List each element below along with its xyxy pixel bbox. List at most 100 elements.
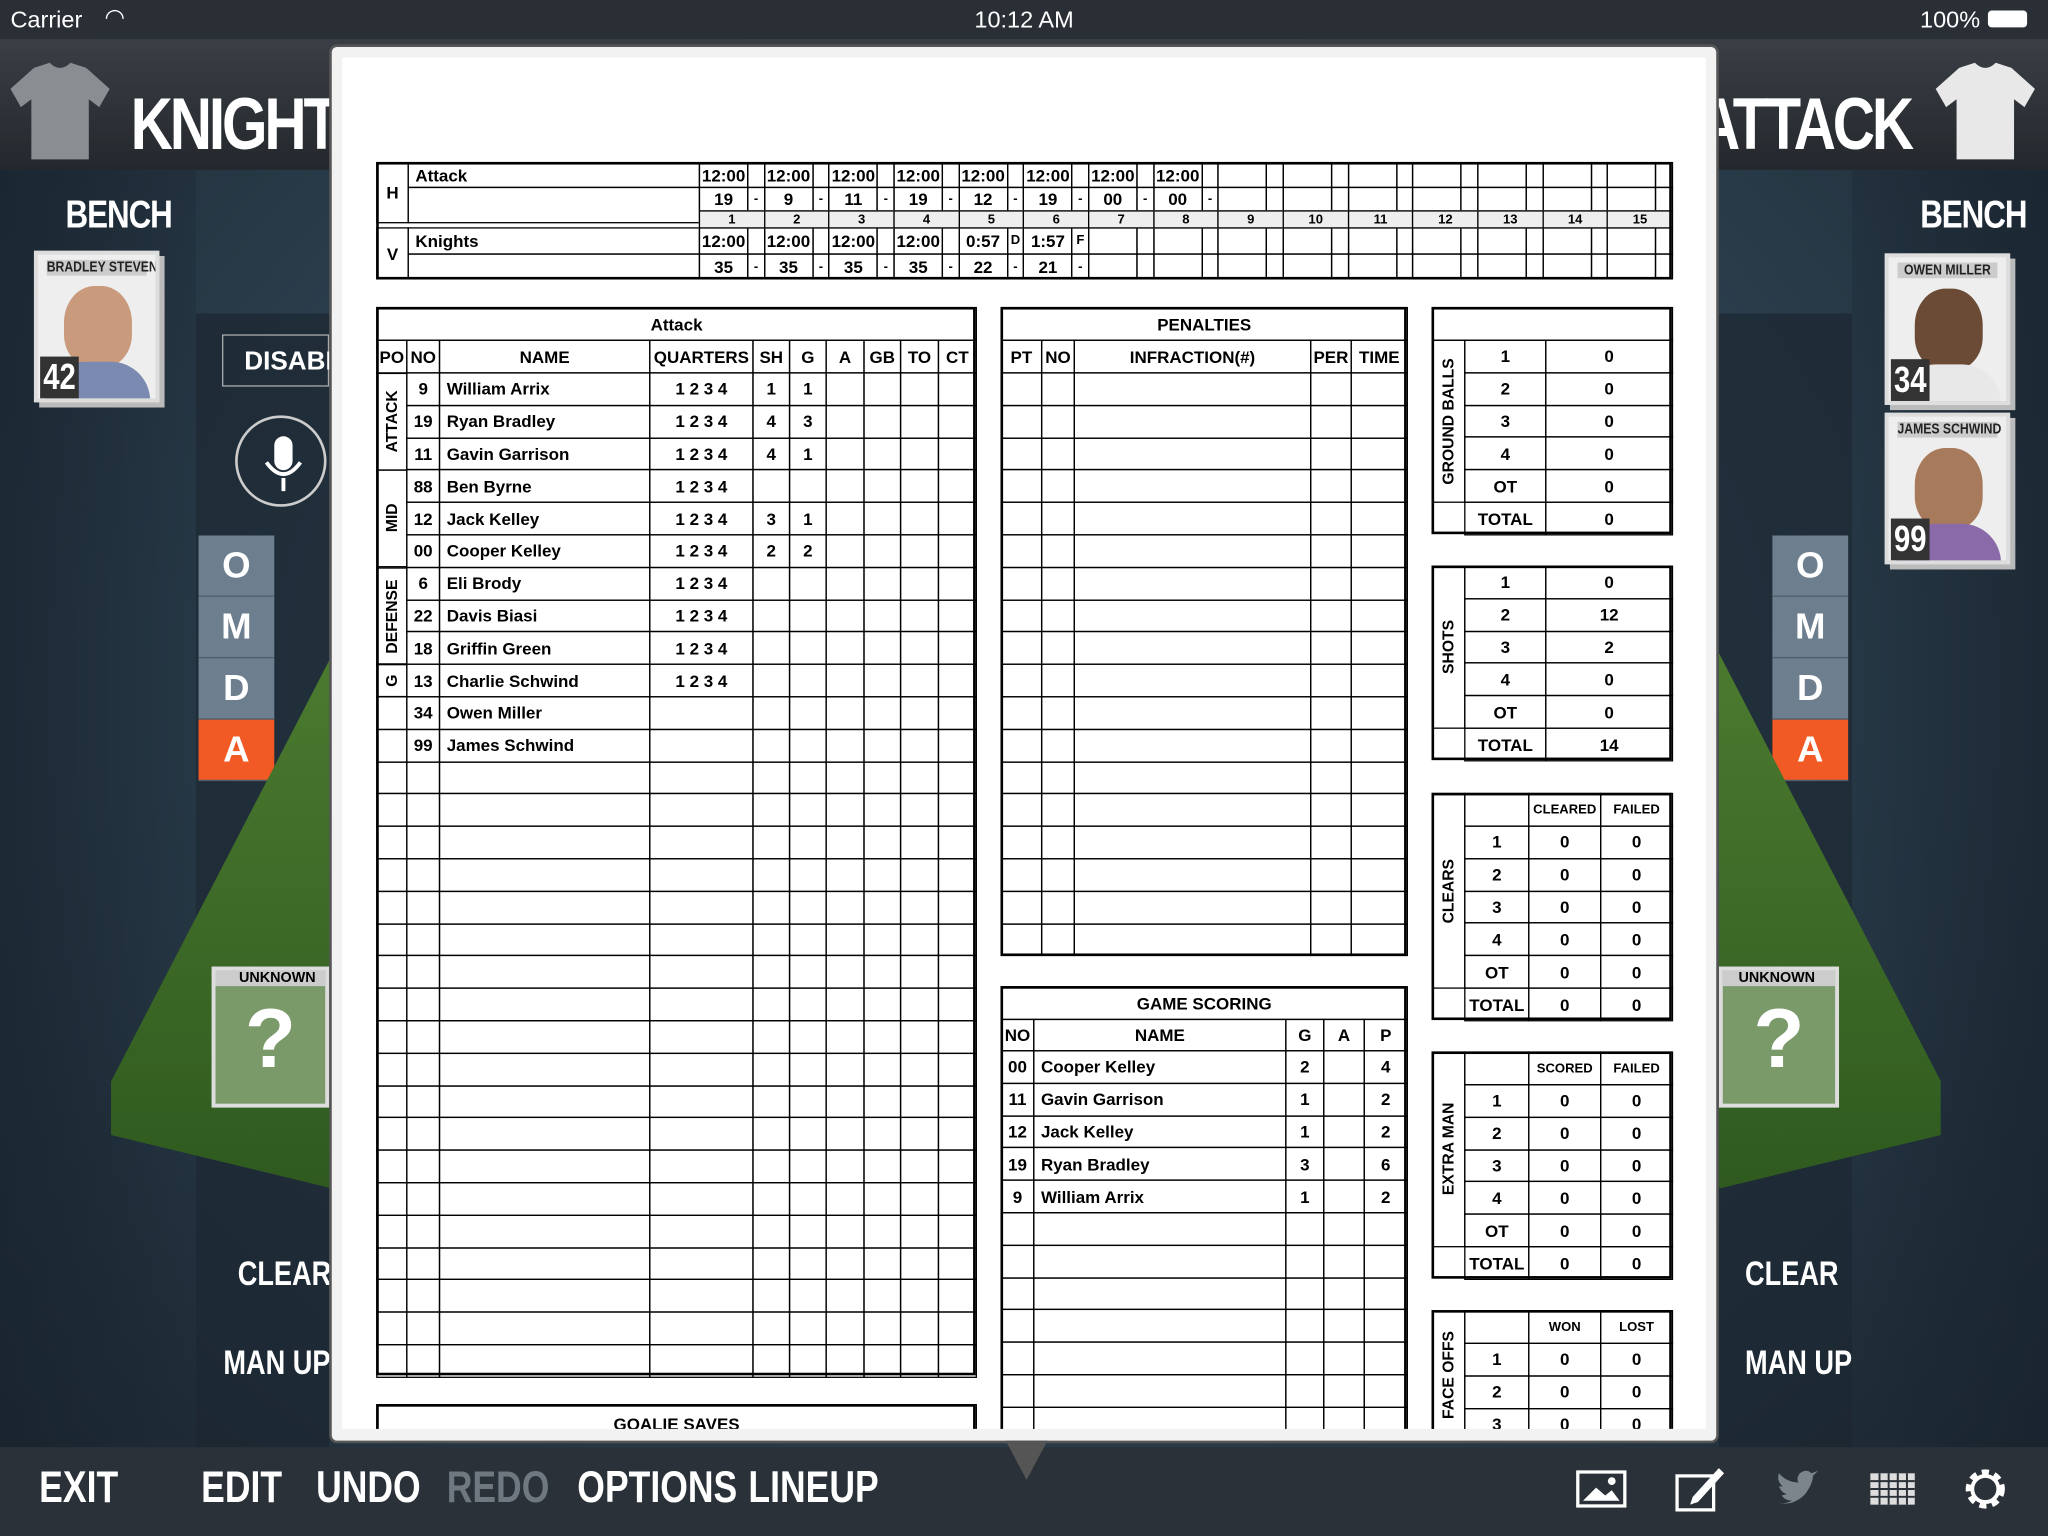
scoring-p: 2: [1363, 1114, 1408, 1149]
penalty-cell: [1310, 469, 1352, 504]
position-m-button[interactable]: M: [1772, 596, 1849, 659]
empty-cell: [406, 987, 441, 1022]
redo-button[interactable]: REDO: [447, 1463, 550, 1514]
scoresheet-page[interactable]: H Attack V Knights 12:00 19-12:00 35-1 12:00 9-1…: [342, 57, 1706, 1429]
photo-icon[interactable]: [1575, 1465, 1627, 1512]
empty-cell: [649, 1311, 754, 1346]
compose-icon[interactable]: [1674, 1465, 1726, 1512]
gear-icon[interactable]: [1962, 1465, 2014, 1512]
empty-cell: [1033, 1341, 1287, 1376]
empty-cell: [937, 858, 977, 892]
twitter-icon[interactable]: [1771, 1465, 1823, 1512]
empty-cell: [752, 1343, 791, 1378]
empty-cell: [752, 890, 791, 925]
player-to: [899, 728, 940, 763]
period-home-times: [1412, 161, 1462, 189]
empty-cell: [899, 1343, 940, 1378]
empty-cell: [937, 1279, 977, 1313]
position-group-label: ATTACK: [376, 372, 408, 471]
edit-button[interactable]: EDIT: [201, 1463, 282, 1514]
microphone-button[interactable]: [235, 415, 327, 507]
player-photo: [1914, 447, 1983, 529]
period-home-times: [1217, 161, 1268, 189]
empty-cell: [438, 1084, 651, 1119]
empty-cell: [899, 922, 940, 957]
player-name: BRADLEY STEVENS: [46, 259, 160, 276]
player-quarters: 1 2 3 4: [649, 372, 754, 406]
position-d-button[interactable]: D: [1772, 658, 1849, 720]
scoring-a: [1323, 1082, 1365, 1117]
lineup-button[interactable]: LINEUP: [748, 1463, 878, 1514]
empty-cell: [752, 1246, 791, 1281]
player-to: [899, 598, 940, 633]
empty-cell: [899, 1279, 940, 1313]
unknown-player-card[interactable]: UNKNOWN ?: [211, 966, 330, 1108]
empty-cell: [899, 793, 940, 828]
empty-cell: [788, 1020, 827, 1054]
empty-cell: [1033, 1212, 1287, 1246]
period-home-times: 12:00: [763, 161, 814, 189]
bench-player-card[interactable]: OWEN MILLER 34: [1884, 253, 2011, 405]
bench-player-card[interactable]: JAMES SCHWIND 99: [1884, 412, 2011, 565]
position-o-button[interactable]: O: [198, 535, 275, 597]
empty-cell: [863, 760, 902, 795]
penalty-cell: [1310, 598, 1352, 633]
po-cell: [376, 1311, 408, 1346]
man-up-button[interactable]: MAN UP: [1745, 1343, 1852, 1383]
right-position-selector: O M D A: [1772, 535, 1849, 782]
clear-button[interactable]: CLEAR: [238, 1254, 332, 1294]
empty-cell: [438, 987, 651, 1022]
empty-cell: [937, 1052, 977, 1087]
undo-button[interactable]: UNDO: [316, 1463, 421, 1514]
value: 0: [1528, 1407, 1602, 1429]
empty-cell: [788, 1052, 827, 1087]
empty-cell: [1000, 1212, 1035, 1246]
player-quarters: 1 2 3 4: [649, 598, 754, 633]
player-sh: [752, 469, 791, 504]
position-o-button[interactable]: O: [1772, 535, 1849, 597]
empty-cell: [788, 987, 827, 1022]
bench-player-card[interactable]: BRADLEY STEVENS 42: [33, 250, 160, 403]
total-value: 0: [1599, 987, 1674, 1022]
empty-cell: [406, 1343, 441, 1378]
position-m-button[interactable]: M: [198, 596, 275, 659]
value: 0: [1528, 857, 1602, 892]
empty-cell: [649, 793, 754, 828]
empty-cell: [788, 1279, 827, 1313]
empty-cell: [438, 1214, 651, 1249]
position-d-button[interactable]: D: [198, 658, 275, 720]
quarter: 4: [1464, 662, 1547, 697]
value: 0: [1599, 955, 1674, 989]
player-to: [899, 404, 940, 439]
player-quarters: 1 2 3 4: [649, 437, 754, 471]
period-home-times: 12:00: [1087, 161, 1138, 189]
penalty-cell: [1000, 437, 1043, 471]
column-header: NAME: [1033, 1018, 1287, 1052]
unknown-player-card[interactable]: UNKNOWN ?: [1718, 966, 1840, 1108]
column-header: G: [788, 339, 827, 374]
period-home-scores: [1606, 186, 1657, 212]
man-up-button[interactable]: MAN UP: [223, 1343, 330, 1383]
disabled-button[interactable]: DISABLED: [222, 334, 378, 387]
empty-cell: [1285, 1374, 1325, 1408]
player-g: [788, 631, 827, 666]
position-a-button[interactable]: A: [1772, 719, 1849, 782]
period-visitor-times: [1412, 227, 1462, 255]
player-no: 11: [406, 437, 441, 471]
grid-icon[interactable]: [1868, 1465, 1920, 1512]
penalty-cell: [1073, 696, 1312, 730]
value: 0: [1545, 371, 1674, 406]
empty-cell: [1363, 1212, 1408, 1246]
player-quarters: 1 2 3 4: [649, 566, 754, 601]
scoring-no: 11: [1000, 1082, 1035, 1117]
period-visitor-scores: [1412, 253, 1462, 280]
empty-cell: [788, 1343, 827, 1378]
exit-button[interactable]: EXIT: [39, 1463, 118, 1514]
empty-cell: [1000, 1374, 1035, 1408]
po-cell: [376, 1214, 408, 1249]
away-team-name: ATTACK: [1697, 82, 1914, 165]
clear-button[interactable]: CLEAR: [1745, 1254, 1839, 1294]
options-button[interactable]: OPTIONS: [577, 1463, 737, 1514]
position-a-button[interactable]: A: [198, 719, 275, 782]
empty-cell: [649, 858, 754, 892]
